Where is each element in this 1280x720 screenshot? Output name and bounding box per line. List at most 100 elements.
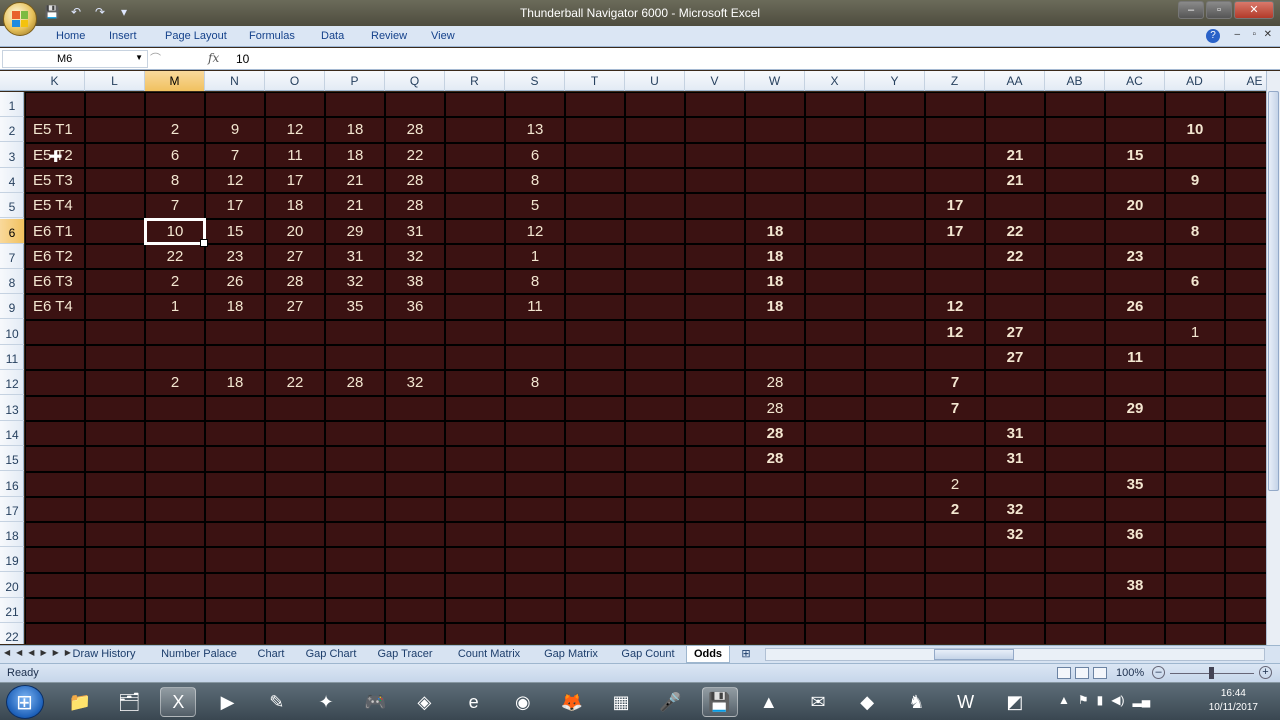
cell-q5[interactable]: 28 bbox=[385, 194, 445, 218]
sheet-tab-number-palace[interactable]: Number Palace bbox=[150, 646, 248, 663]
row-header-11[interactable]: 11 bbox=[0, 345, 24, 370]
formula-input[interactable]: 10 bbox=[236, 52, 249, 66]
tab-page-layout[interactable]: Page Layout bbox=[165, 30, 227, 42]
cell-n5[interactable]: 17 bbox=[205, 194, 265, 218]
tool-icon[interactable]: ✎ bbox=[259, 687, 295, 717]
row-header-16[interactable]: 16 bbox=[0, 472, 24, 497]
cell-ac18[interactable]: 36 bbox=[1105, 523, 1165, 547]
column-header-q[interactable]: Q bbox=[385, 71, 445, 91]
office-button[interactable] bbox=[3, 2, 37, 36]
tray-flag-icon[interactable]: ⚑ bbox=[1078, 693, 1089, 707]
media-player-icon[interactable]: ▶ bbox=[210, 687, 246, 717]
cell-w13[interactable]: 28 bbox=[745, 397, 805, 421]
tab-view[interactable]: View bbox=[431, 30, 455, 42]
cell-p5[interactable]: 21 bbox=[325, 194, 385, 218]
microphone-icon[interactable]: 🎤 bbox=[652, 687, 688, 717]
column-header-k[interactable]: K bbox=[25, 71, 85, 91]
help-icon[interactable]: ? bbox=[1206, 29, 1220, 43]
cell-k7[interactable]: E6 T2 bbox=[25, 245, 85, 269]
cell-q2[interactable]: 28 bbox=[385, 118, 445, 142]
cell-n7[interactable]: 23 bbox=[205, 245, 265, 269]
cell-aa3[interactable]: 21 bbox=[985, 144, 1045, 168]
cell-n8[interactable]: 26 bbox=[205, 270, 265, 294]
column-header-u[interactable]: U bbox=[625, 71, 685, 91]
cell-k4[interactable]: E5 T3 bbox=[25, 169, 85, 193]
zoom-in-icon[interactable]: + bbox=[1259, 666, 1272, 679]
column-header-w[interactable]: W bbox=[745, 71, 805, 91]
cell-n4[interactable]: 12 bbox=[205, 169, 265, 193]
sheet-tab-gap-matrix[interactable]: Gap Matrix bbox=[536, 646, 606, 663]
cell-aa10[interactable]: 27 bbox=[985, 321, 1045, 345]
cell-o2[interactable]: 12 bbox=[265, 118, 325, 142]
cell-w7[interactable]: 18 bbox=[745, 245, 805, 269]
row-header-2[interactable]: 2 bbox=[0, 117, 24, 143]
cell-p2[interactable]: 18 bbox=[325, 118, 385, 142]
paint-icon[interactable]: ◩ bbox=[997, 687, 1033, 717]
normal-view-icon[interactable] bbox=[1057, 667, 1071, 679]
row-header-17[interactable]: 17 bbox=[0, 497, 24, 522]
explorer-icon[interactable]: 🗂 bbox=[111, 687, 147, 717]
cell-s4[interactable]: 8 bbox=[505, 169, 565, 193]
cell-aa6[interactable]: 22 bbox=[985, 220, 1045, 244]
pinwheel-icon[interactable]: ✦ bbox=[308, 687, 344, 717]
column-header-n[interactable]: N bbox=[205, 71, 265, 91]
cell-s7[interactable]: 1 bbox=[505, 245, 565, 269]
column-header-ac[interactable]: AC bbox=[1105, 71, 1165, 91]
cell-k8[interactable]: E6 T3 bbox=[25, 270, 85, 294]
cell-z5[interactable]: 17 bbox=[925, 194, 985, 218]
column-header-v[interactable]: V bbox=[685, 71, 745, 91]
row-header-6[interactable]: 6 bbox=[0, 218, 24, 244]
sheet-tab-gap-tracer[interactable]: Gap Tracer bbox=[368, 646, 442, 663]
calculator-icon[interactable]: ▦ bbox=[603, 687, 639, 717]
scroll-thumb[interactable] bbox=[934, 649, 1014, 660]
cell-k2[interactable]: E5 T1 bbox=[25, 118, 85, 142]
cell-ac5[interactable]: 20 bbox=[1105, 194, 1165, 218]
cell-ac3[interactable]: 15 bbox=[1105, 144, 1165, 168]
cell-s6[interactable]: 12 bbox=[505, 220, 565, 244]
column-header-ad[interactable]: AD bbox=[1165, 71, 1225, 91]
cell-p3[interactable]: 18 bbox=[325, 144, 385, 168]
cell-ac7[interactable]: 23 bbox=[1105, 245, 1165, 269]
chrome-icon[interactable]: ◉ bbox=[505, 687, 541, 717]
folder-icon[interactable]: 📁 bbox=[62, 687, 98, 717]
kodi-icon[interactable]: ◆ bbox=[849, 687, 885, 717]
cell-m5[interactable]: 7 bbox=[145, 194, 205, 218]
cell-s2[interactable]: 13 bbox=[505, 118, 565, 142]
workbook-minimize-icon[interactable]: – bbox=[1234, 29, 1240, 40]
cell-q3[interactable]: 22 bbox=[385, 144, 445, 168]
tab-data[interactable]: Data bbox=[321, 30, 344, 42]
cell-z6[interactable]: 17 bbox=[925, 220, 985, 244]
cell-z9[interactable]: 12 bbox=[925, 295, 985, 319]
cell-ad4[interactable]: 9 bbox=[1165, 169, 1225, 193]
row-header-14[interactable]: 14 bbox=[0, 421, 24, 446]
select-all-corner[interactable] bbox=[0, 71, 24, 91]
row-header-1[interactable]: 1 bbox=[0, 92, 24, 117]
workbook-close-icon[interactable]: ✕ bbox=[1264, 29, 1272, 40]
cell-m2[interactable]: 2 bbox=[145, 118, 205, 142]
column-header-x[interactable]: X bbox=[805, 71, 865, 91]
cell-aa14[interactable]: 31 bbox=[985, 422, 1045, 446]
vertical-scrollbar[interactable] bbox=[1266, 71, 1280, 645]
save-icon[interactable]: 💾 bbox=[701, 687, 738, 717]
active-cell-selection[interactable] bbox=[144, 217, 208, 248]
cell-m3[interactable]: 6 bbox=[145, 144, 205, 168]
cell-z12[interactable]: 7 bbox=[925, 371, 985, 395]
cell-ad10[interactable]: 1 bbox=[1165, 321, 1225, 345]
zoom-level[interactable]: 100% bbox=[1116, 667, 1144, 679]
page-layout-view-icon[interactable] bbox=[1075, 667, 1089, 679]
cell-m4[interactable]: 8 bbox=[145, 169, 205, 193]
cell-q7[interactable]: 32 bbox=[385, 245, 445, 269]
row-header-3[interactable]: 3 bbox=[0, 143, 24, 168]
cell-z16[interactable]: 2 bbox=[925, 473, 985, 497]
insert-function-icon[interactable]: fx bbox=[208, 51, 219, 65]
cell-o8[interactable]: 28 bbox=[265, 270, 325, 294]
row-header-4[interactable]: 4 bbox=[0, 168, 24, 193]
cell-z10[interactable]: 12 bbox=[925, 321, 985, 345]
column-header-s[interactable]: S bbox=[505, 71, 565, 91]
column-header-z[interactable]: Z bbox=[925, 71, 985, 91]
maximize-button[interactable]: ▫ bbox=[1206, 1, 1232, 19]
gamepad-icon[interactable]: 🎮 bbox=[357, 687, 393, 717]
column-header-l[interactable]: L bbox=[85, 71, 145, 91]
tab-review[interactable]: Review bbox=[371, 30, 407, 42]
sheet-tab-odds[interactable]: Odds bbox=[686, 646, 730, 663]
